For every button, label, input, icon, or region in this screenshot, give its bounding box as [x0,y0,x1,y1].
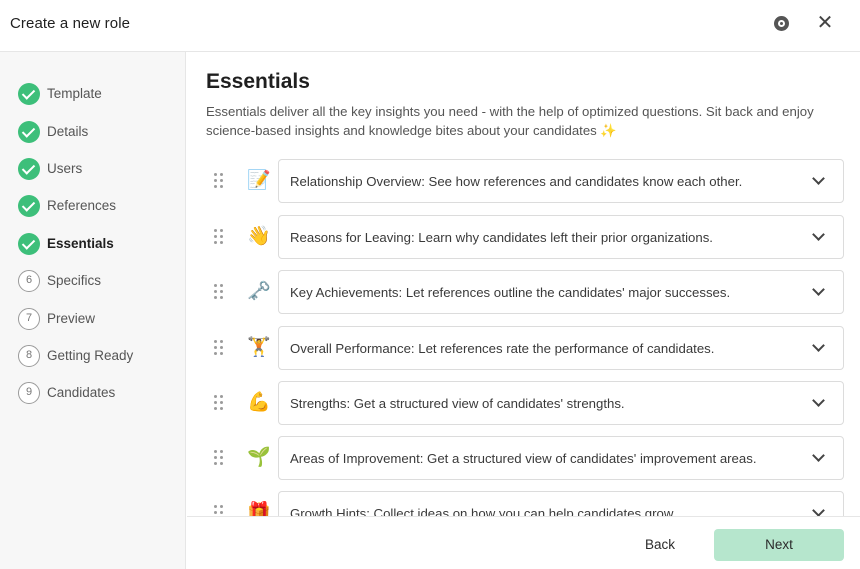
step-details[interactable]: Details [18,121,178,145]
step-candidates[interactable]: 9 Candidates [18,382,178,406]
gift-icon: 🎁 [247,502,271,516]
step-specifics[interactable]: 6 Specifics [18,270,178,294]
list-item: 🌱 Areas of Improvement: Get a structured… [187,436,860,480]
step-references[interactable]: References [18,195,178,219]
list-item: 🎁 Growth Hints: Collect ideas on how you… [187,491,860,516]
memo-icon: 📝 [247,170,271,191]
essentials-panel: Essentials Essentials deliver all the ke… [187,52,860,516]
step-label: Specifics [47,273,102,288]
drag-handle-icon[interactable] [214,173,226,189]
step-preview[interactable]: 7 Preview [18,308,178,332]
list-item: 🏋️ Overall Performance: Let references r… [187,326,860,370]
chevron-down-icon[interactable] [812,339,825,352]
flexed-biceps-icon: 💪 [247,392,271,413]
step-number: 9 [18,382,40,404]
waving-hand-icon: 👋 [247,226,271,247]
drag-handle-icon[interactable] [214,284,226,300]
essential-text: Relationship Overview: See how reference… [290,174,743,189]
dialog-title: Create a new role [10,15,131,32]
dialog-footer: Back Next [187,516,860,569]
essential-card[interactable]: Relationship Overview: See how reference… [278,159,844,203]
step-label: References [47,198,117,213]
step-label: Template [47,86,102,101]
seedling-icon: 🌱 [247,447,271,468]
check-icon [18,83,40,105]
drag-handle-icon[interactable] [214,450,226,466]
essential-card[interactable]: Key Achievements: Let references outline… [278,270,844,314]
chevron-down-icon[interactable] [812,449,825,462]
step-label: Users [47,161,83,176]
close-icon[interactable]: ✕ [815,12,835,34]
step-users[interactable]: Users [18,158,178,182]
essential-text: Key Achievements: Let references outline… [290,285,731,300]
chevron-down-icon[interactable] [812,172,825,185]
step-label: Getting Ready [47,348,134,363]
step-label: Candidates [47,385,116,400]
step-template[interactable]: Template [18,83,178,107]
list-item: 👋 Reasons for Leaving: Learn why candida… [187,215,860,259]
essential-text: Areas of Improvement: Get a structured v… [290,451,757,466]
step-number: 6 [18,270,40,292]
help-icon[interactable] [774,16,789,31]
drag-handle-icon[interactable] [214,340,226,356]
page-title: Essentials [206,70,310,93]
step-getting-ready[interactable]: 8 Getting Ready [18,345,178,369]
weightlifter-icon: 🏋️ [247,337,271,358]
essential-text: Strengths: Get a structured view of cand… [290,396,625,411]
step-essentials[interactable]: Essentials [18,233,178,257]
essential-card[interactable]: Strengths: Get a structured view of cand… [278,381,844,425]
step-label: Essentials [47,236,114,251]
dialog-header: Create a new role ✕ [0,0,860,52]
list-item: 📝 Relationship Overview: See how referen… [187,159,860,203]
step-label: Details [47,124,89,139]
check-icon [18,158,40,180]
essential-text: Growth Hints: Collect ideas on how you c… [290,506,677,516]
list-item: 💪 Strengths: Get a structured view of ca… [187,381,860,425]
step-number: 7 [18,308,40,330]
essential-text: Reasons for Leaving: Learn why candidate… [290,230,713,245]
essential-card[interactable]: Areas of Improvement: Get a structured v… [278,436,844,480]
step-number: 8 [18,345,40,367]
chevron-down-icon[interactable] [812,394,825,407]
check-icon [18,233,40,255]
drag-handle-icon[interactable] [214,395,226,411]
check-icon [18,121,40,143]
key-icon: 🗝️ [247,281,271,302]
back-button[interactable]: Back [632,529,688,561]
essential-card[interactable]: Overall Performance: Let references rate… [278,326,844,370]
essential-card[interactable]: Growth Hints: Collect ideas on how you c… [278,491,844,516]
essential-text: Overall Performance: Let references rate… [290,341,715,356]
chevron-down-icon[interactable] [812,228,825,241]
steps-sidebar: Template Details Users References Essent… [0,52,186,569]
chevron-down-icon[interactable] [812,504,825,516]
chevron-down-icon[interactable] [812,283,825,296]
list-item: 🗝️ Key Achievements: Let references outl… [187,270,860,314]
page-description: Essentials deliver all the key insights … [206,104,814,138]
essential-card[interactable]: Reasons for Leaving: Learn why candidate… [278,215,844,259]
next-button[interactable]: Next [714,529,844,561]
check-icon [18,195,40,217]
drag-handle-icon[interactable] [214,229,226,245]
drag-handle-icon[interactable] [214,505,226,516]
step-label: Preview [47,311,96,326]
